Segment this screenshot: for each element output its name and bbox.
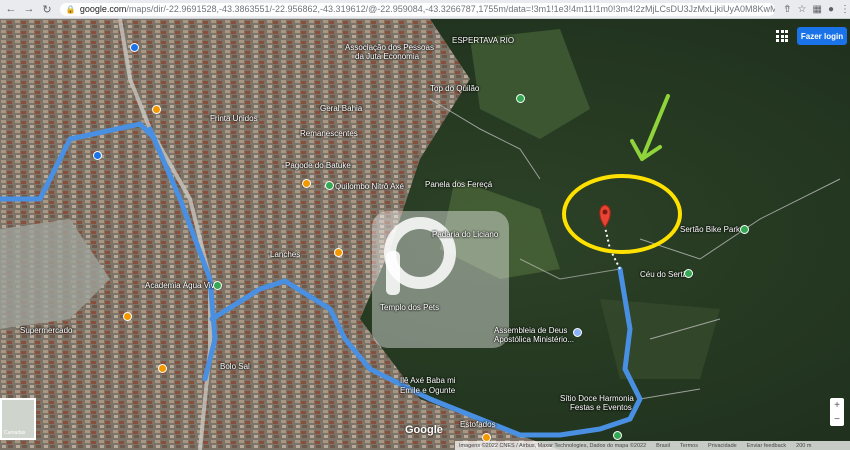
zoom-out-icon[interactable]: − — [834, 414, 840, 425]
place-label[interactable]: Ilê Axé Baba mi — [400, 376, 456, 385]
region-link[interactable]: Brasil — [656, 443, 670, 449]
extensions-icon[interactable]: ▦ — [813, 4, 822, 15]
place-label[interactable]: Sertão Bike Park — [680, 225, 740, 234]
place-label[interactable]: Associação dos Pessoas — [345, 43, 434, 52]
place-pin[interactable] — [158, 364, 167, 373]
place-label[interactable]: Bolo Sal — [220, 362, 250, 371]
place-label[interactable]: Quilombo Nitrô Axé — [335, 182, 404, 191]
vegetation-patch — [600, 299, 720, 379]
place-label[interactable]: Top do Quilão — [430, 84, 479, 93]
place-label[interactable]: Emile e Ogunte — [400, 386, 455, 395]
apps-grid-icon[interactable] — [776, 30, 788, 42]
url-path: /maps/dir/-22.9691528,-43.3863551/-22.95… — [126, 4, 776, 14]
address-bar[interactable]: 🔒 google.com /maps/dir/-22.9691528,-43.3… — [59, 2, 776, 16]
forward-icon[interactable]: → — [22, 2, 36, 16]
place-label[interactable]: Remanescentes — [300, 129, 358, 138]
place-pin[interactable] — [302, 179, 311, 188]
place-pin[interactable] — [213, 281, 222, 290]
layers-button[interactable]: Camadas — [0, 398, 36, 440]
star-icon[interactable]: ☆ — [798, 4, 807, 15]
attribution-text: Imagens ©2022 CNES / Airbus, Maxar Techn… — [459, 442, 647, 449]
place-pin[interactable] — [130, 43, 139, 52]
menu-icon[interactable]: ⋮ — [840, 4, 850, 15]
map-footer: Imagens ©2022 CNES / Airbus, Maxar Techn… — [455, 441, 850, 450]
browser-toolbar: ← → ↻ 🔒 google.com /maps/dir/-22.9691528… — [0, 0, 850, 19]
url-host: google.com — [79, 4, 127, 14]
privacy-link[interactable]: Privacidade — [708, 443, 737, 449]
place-label[interactable]: Festas e Eventos — [570, 403, 632, 412]
place-pin[interactable] — [152, 105, 161, 114]
terms-link[interactable]: Termos — [680, 443, 698, 449]
google-logo: Google — [405, 424, 443, 436]
lock-icon: 🔒 — [65, 4, 76, 14]
place-pin[interactable] — [93, 151, 102, 160]
place-pin[interactable] — [325, 181, 334, 190]
place-label[interactable]: Padaria do Liciano — [432, 230, 498, 239]
place-pin[interactable] — [684, 269, 693, 278]
zoom-in-icon[interactable]: + — [834, 400, 840, 411]
feedback-link[interactable]: Enviar feedback — [747, 443, 786, 449]
place-label[interactable]: Pagode do Batuke — [285, 161, 351, 170]
place-label[interactable]: Lanches — [270, 250, 300, 259]
back-icon[interactable]: ← — [4, 2, 18, 16]
layers-label: Camadas — [4, 430, 26, 436]
place-pin[interactable] — [740, 225, 749, 234]
place-label[interactable]: Templo dos Pets — [380, 303, 439, 312]
place-label[interactable]: Estofados — [460, 420, 496, 429]
share-icon[interactable]: ⇮ — [783, 4, 791, 15]
place-label[interactable]: Panela dos Fereçá — [425, 180, 492, 189]
place-label[interactable]: Academia Água Viva — [145, 281, 219, 290]
reload-icon[interactable]: ↻ — [40, 2, 54, 16]
place-label[interactable]: da Juta Economia — [355, 52, 419, 61]
place-label[interactable]: Assembleia de Deus — [494, 326, 567, 335]
place-label[interactable]: Supermercado — [20, 326, 72, 335]
place-label[interactable]: Geral Bahia — [320, 104, 362, 113]
place-label[interactable]: Sítio Doce Harmonia — [560, 394, 634, 403]
place-pin[interactable] — [516, 94, 525, 103]
place-label[interactable]: ESPERTAVA RIO — [452, 36, 514, 45]
place-pin[interactable] — [123, 312, 132, 321]
zoom-control[interactable]: + − — [830, 398, 844, 426]
place-pin[interactable] — [334, 248, 343, 257]
place-pin[interactable] — [613, 431, 622, 440]
place-label[interactable]: Frinta Unidos — [210, 114, 258, 123]
place-pin[interactable] — [573, 328, 582, 337]
profile-icon[interactable]: ● — [828, 4, 834, 15]
login-button[interactable]: Fazer login — [797, 27, 847, 45]
satellite-map[interactable]: Associação dos Pessoas da Juta Economia … — [0, 19, 850, 450]
scale-label: 200 m — [796, 442, 812, 449]
place-label[interactable]: Apostólica Ministério... — [494, 335, 574, 344]
